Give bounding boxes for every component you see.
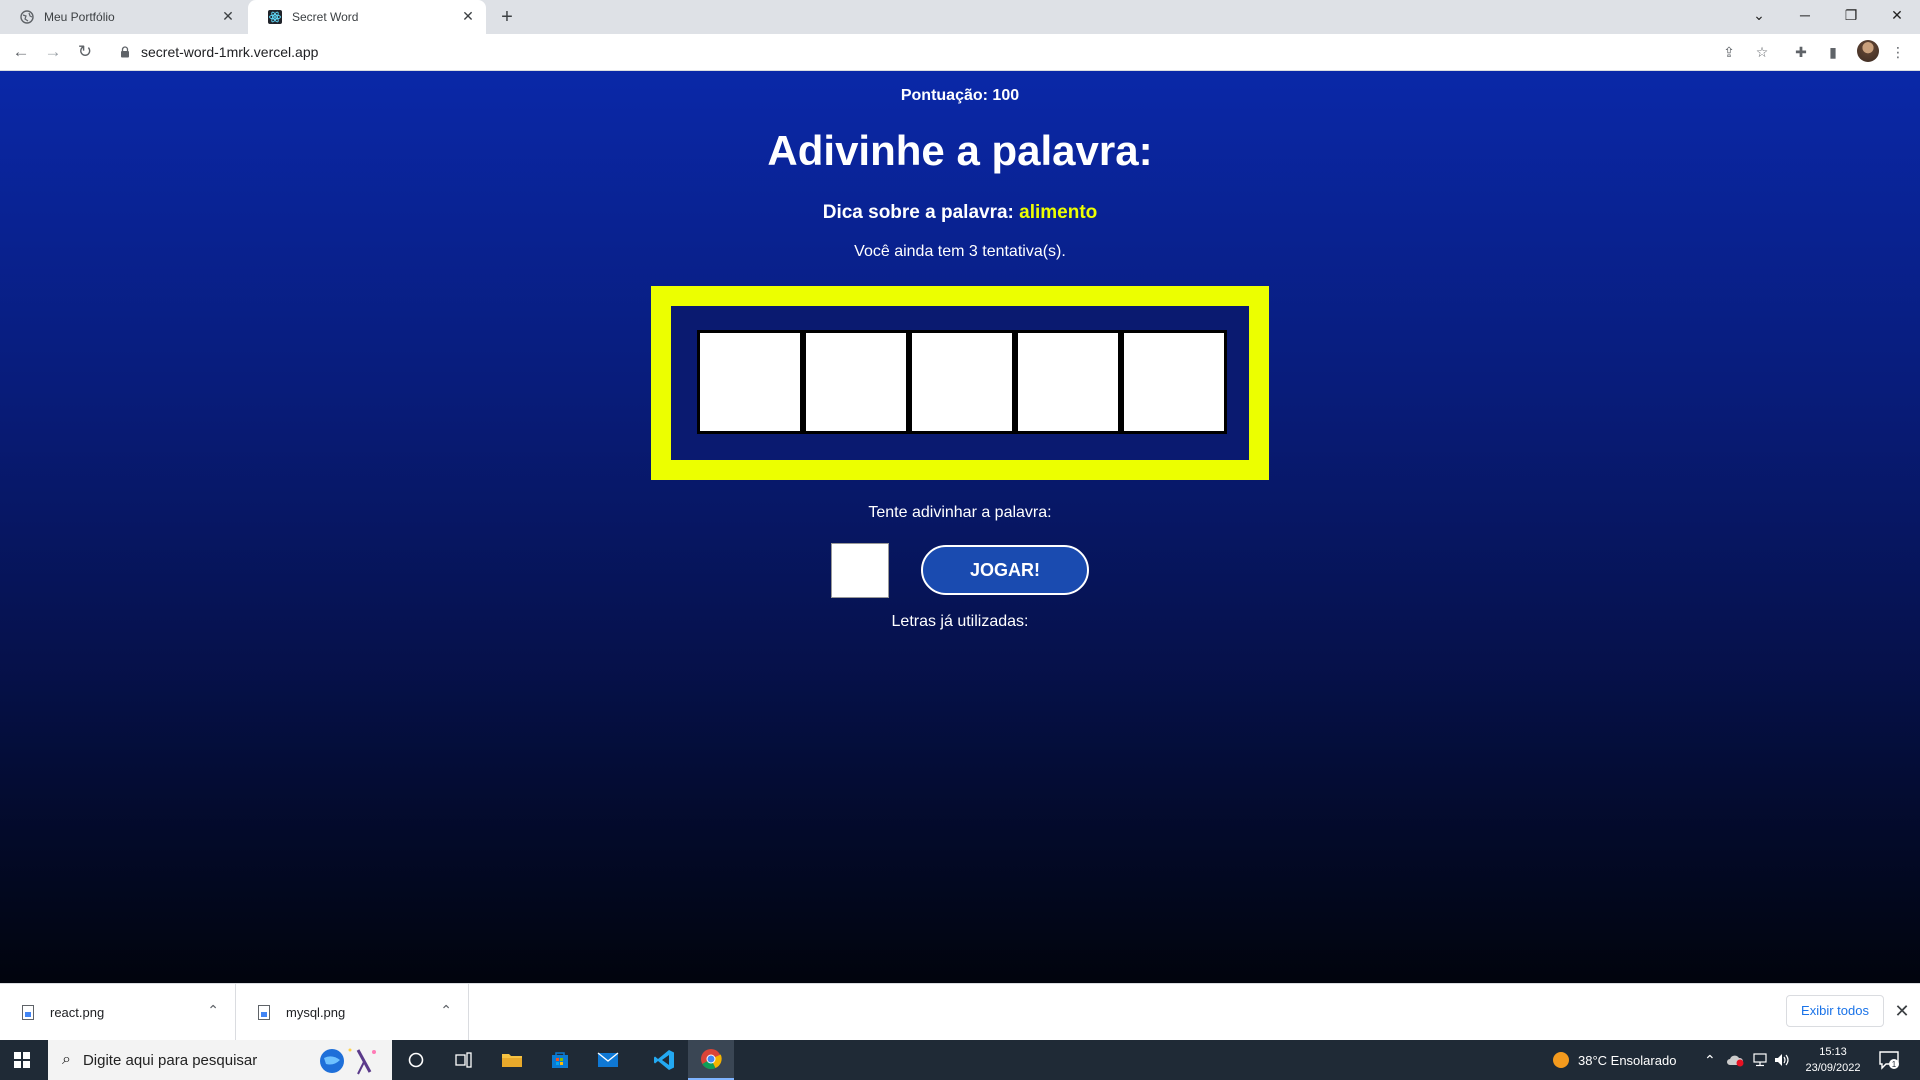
download-shelf: react.png ⌃ mysql.png ⌃ Exibir todos ✕: [0, 983, 1920, 1041]
close-window-button[interactable]: ✕: [1874, 0, 1920, 30]
taskbar-search-input[interactable]: ⌕ Digite aqui para pesquisar: [48, 1040, 392, 1080]
url-text: secret-word-1mrk.vercel.app: [141, 44, 319, 60]
tab-title: Meu Portfólio: [44, 10, 115, 24]
search-placeholder: Digite aqui para pesquisar: [82, 1051, 258, 1069]
address-bar[interactable]: secret-word-1mrk.vercel.app: [108, 38, 1788, 66]
download-item[interactable]: mysql.png ⌃: [236, 984, 469, 1041]
download-filename: mysql.png: [286, 1005, 346, 1020]
download-item[interactable]: react.png ⌃: [0, 984, 236, 1041]
tip-value: alimento: [1019, 202, 1098, 223]
image-file-icon: [22, 1005, 34, 1020]
letter-box: [909, 330, 1015, 434]
more-menu-icon[interactable]: ⋮: [1887, 41, 1909, 63]
sun-icon: [1553, 1052, 1569, 1068]
taskbar: ⌕ Digite aqui para pesquisar 38°C Ensola…: [0, 1040, 1920, 1080]
restore-button[interactable]: ❐: [1828, 0, 1874, 30]
vscode-icon[interactable]: [640, 1040, 688, 1080]
letter-input[interactable]: [831, 543, 889, 598]
tab-strip: Meu Portfólio ✕ Secret Word ✕ + ⌄ ─ ❐ ✕: [0, 0, 1920, 34]
tab-meu-portfolio[interactable]: Meu Portfólio ✕: [0, 0, 246, 34]
guess-label: Tente adivinhar a palavra:: [868, 504, 1052, 521]
network-icon[interactable]: [1752, 1040, 1768, 1080]
close-tab-icon[interactable]: ✕: [220, 8, 236, 24]
side-panel-icon[interactable]: ▮: [1822, 41, 1844, 63]
windows-start-icon[interactable]: [14, 1052, 30, 1068]
attempts-text: Você ainda tem 3 tentativa(s).: [854, 243, 1066, 260]
word-tip: Dica sobre a palavra: alimento: [0, 202, 1920, 224]
chevron-up-icon[interactable]: ⌃: [207, 1002, 219, 1019]
letter-row: [697, 330, 1227, 434]
tab-search-chevron-icon[interactable]: ⌄: [1736, 0, 1782, 30]
clock-date: 23/09/2022: [1805, 1062, 1861, 1074]
back-button[interactable]: ←: [9, 40, 33, 64]
microsoft-store-icon[interactable]: [536, 1040, 584, 1080]
file-explorer-icon[interactable]: [488, 1040, 536, 1080]
download-filename: react.png: [50, 1005, 105, 1020]
reload-button[interactable]: ↻: [73, 40, 97, 64]
search-icon: ⌕: [62, 1051, 71, 1068]
forward-button[interactable]: →: [41, 40, 65, 64]
letter-box: [803, 330, 909, 434]
tab-secret-word[interactable]: Secret Word ✕: [248, 0, 486, 34]
score-label: Pontuação: 100: [900, 87, 1020, 104]
volume-icon[interactable]: [1774, 1040, 1792, 1080]
new-tab-button[interactable]: +: [495, 5, 519, 29]
close-tab-icon[interactable]: ✕: [460, 8, 476, 24]
mail-icon[interactable]: [584, 1040, 632, 1080]
close-shelf-icon[interactable]: ✕: [1892, 999, 1912, 1023]
tab-title: Secret Word: [292, 10, 359, 24]
page-title: Adivinhe a palavra:: [767, 127, 1153, 174]
word-container: [651, 286, 1269, 480]
chevron-up-icon[interactable]: ⌃: [440, 1002, 452, 1019]
play-button[interactable]: JOGAR!: [921, 545, 1089, 595]
image-file-icon: [258, 1005, 270, 1020]
used-letters-label: Letras já utilizadas:: [891, 613, 1029, 630]
chrome-icon[interactable]: [688, 1040, 734, 1080]
tray-overflow-chevron-icon[interactable]: ⌃: [1704, 1040, 1716, 1080]
show-all-downloads-button[interactable]: Exibir todos: [1786, 995, 1884, 1027]
globe-icon: [20, 10, 34, 24]
cortana-icon[interactable]: [392, 1040, 440, 1080]
letter-box: [1015, 330, 1121, 434]
onedrive-icon[interactable]: [1726, 1040, 1744, 1080]
react-icon: [268, 10, 282, 24]
game-page: Pontuação: 100 Adivinhe a palavra: Dica …: [0, 71, 1920, 983]
weather-widget[interactable]: 38°C Ensolarado: [1552, 1040, 1676, 1080]
task-view-icon[interactable]: [440, 1040, 488, 1080]
browser-toolbar: ← → ↻ secret-word-1mrk.vercel.app ⇪ ☆ ✚ …: [0, 34, 1920, 71]
svg-text:1: 1: [1892, 1060, 1897, 1069]
extensions-puzzle-icon[interactable]: ✚: [1790, 41, 1812, 63]
letter-box: [697, 330, 803, 434]
letter-box: [1121, 330, 1227, 434]
system-clock[interactable]: 15:13 23/09/2022: [1798, 1044, 1868, 1076]
tip-label: Dica sobre a palavra:: [822, 202, 1014, 223]
word-container-inner: [671, 306, 1249, 460]
minimize-button[interactable]: ─: [1782, 0, 1828, 30]
lock-icon: [121, 46, 129, 58]
notification-center-icon[interactable]: 1: [1878, 1050, 1900, 1070]
bookmark-star-icon[interactable]: ☆: [1751, 41, 1773, 63]
weather-text: 38°C Ensolarado: [1578, 1052, 1677, 1068]
profile-avatar[interactable]: [1857, 40, 1879, 62]
search-highlight-illustration: [320, 1048, 376, 1075]
clock-time: 15:13: [1819, 1046, 1847, 1058]
share-icon[interactable]: ⇪: [1718, 41, 1740, 63]
